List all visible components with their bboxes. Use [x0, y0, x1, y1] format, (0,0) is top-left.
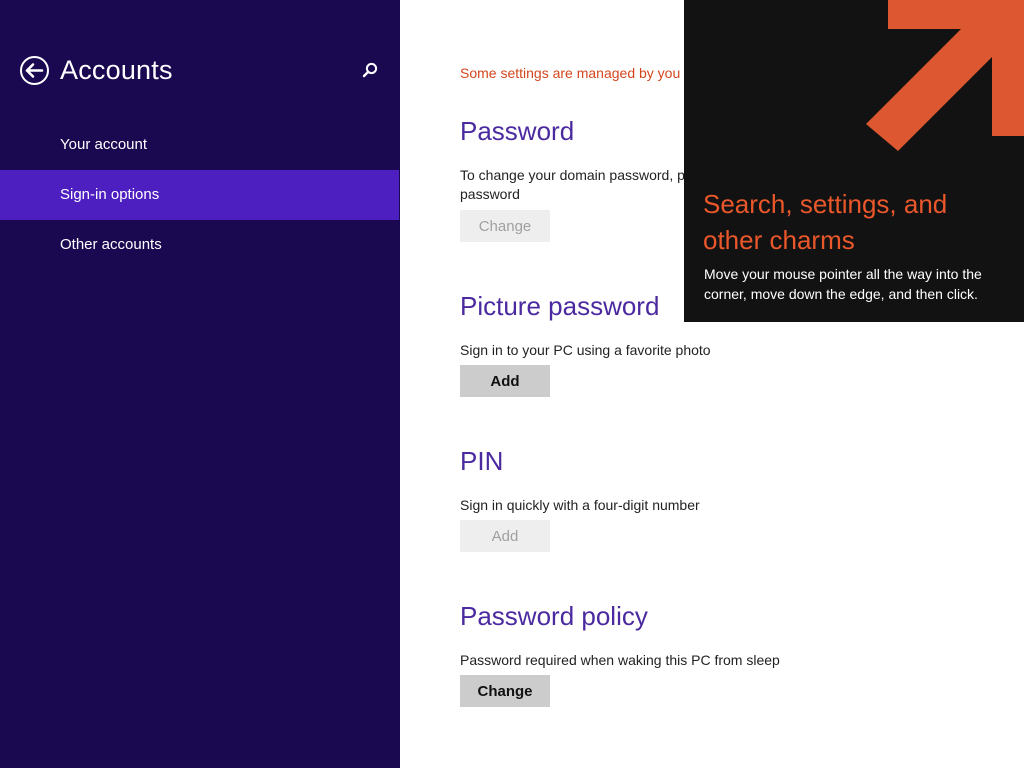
password-description: To change your domain password, p passwo… — [460, 166, 685, 204]
search-button[interactable] — [361, 61, 379, 79]
page-title: Accounts — [60, 55, 173, 85]
back-button[interactable] — [19, 55, 50, 86]
corner-arrow-icon — [866, 0, 1024, 151]
add-pin-button[interactable]: Add — [460, 520, 550, 552]
nav-item-label: Your account — [60, 136, 148, 153]
settings-screen: Accounts Your account Sign-in options Ot… — [0, 0, 1024, 768]
back-arrow-circle-icon — [20, 56, 49, 85]
picture-password-description: Sign in to your PC using a favorite phot… — [460, 342, 711, 358]
accounts-nav-pane: Accounts Your account Sign-in options Ot… — [0, 0, 400, 768]
picture-password-heading: Picture password — [460, 291, 660, 321]
pin-heading: PIN — [460, 446, 504, 476]
nav-item-sign-in-options[interactable]: Sign-in options — [0, 170, 399, 220]
charms-tip-body: Move your mouse pointer all the way into… — [704, 266, 982, 302]
password-heading: Password — [460, 116, 575, 146]
add-picture-password-button[interactable]: Add — [460, 365, 550, 397]
charms-tip-title: Search, settings, and other charms — [703, 189, 948, 255]
password-description-line1: To change your domain password, p — [460, 167, 685, 183]
search-icon — [362, 62, 378, 78]
nav-item-your-account[interactable]: Your account — [0, 120, 399, 170]
password-policy-heading: Password policy — [460, 601, 648, 631]
managed-settings-warning: Some settings are managed by you — [460, 65, 681, 81]
nav-item-label: Sign-in options — [60, 186, 160, 203]
pin-description: Sign in quickly with a four-digit number — [460, 497, 700, 513]
change-password-button[interactable]: Change — [460, 210, 550, 242]
charms-tutorial-tip: Search, settings, and other charms Move … — [684, 0, 1024, 322]
nav-item-label: Other accounts — [60, 236, 162, 253]
password-policy-description: Password required when waking this PC fr… — [460, 652, 780, 668]
password-description-line2: password — [460, 186, 520, 202]
nav-item-other-accounts[interactable]: Other accounts — [0, 220, 399, 270]
change-password-policy-button[interactable]: Change — [460, 675, 550, 707]
